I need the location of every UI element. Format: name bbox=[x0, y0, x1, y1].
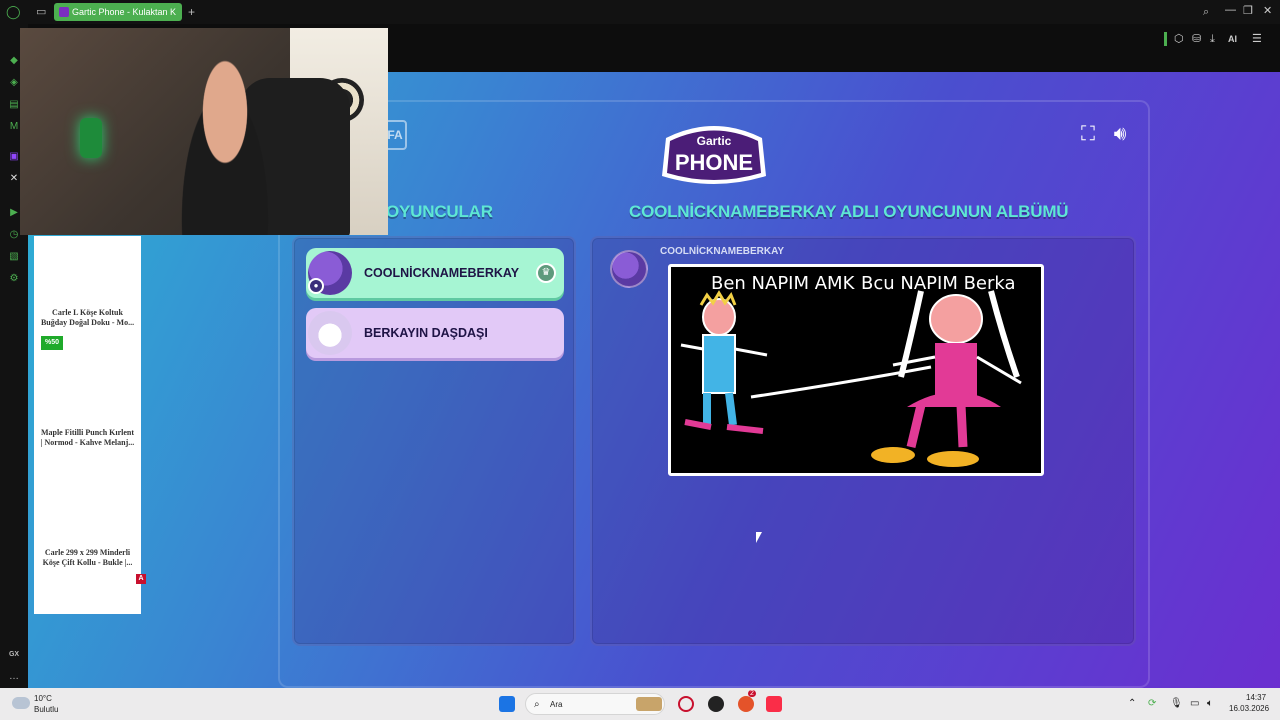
mouse-cursor-icon bbox=[756, 532, 762, 543]
more-icon[interactable]: … bbox=[7, 670, 21, 684]
menu-icon[interactable]: ☰ bbox=[1252, 32, 1262, 46]
close-button[interactable]: ✕ bbox=[1263, 4, 1272, 17]
tray-sync-icon[interactable]: ⟳ bbox=[1148, 698, 1156, 709]
weather-temperature[interactable]: 10°C bbox=[34, 694, 52, 703]
webcam-overlay bbox=[20, 28, 388, 235]
notification-count: 2 bbox=[748, 690, 756, 697]
browser-tab-bar: ◯ ▭ Gartic Phone - Kulaktan K + ⌕ — ❐ ✕ bbox=[0, 0, 1280, 24]
ad-title-2[interactable]: Maple Fitilli Punch Kırlent | Normod - K… bbox=[34, 428, 141, 448]
taskbar-search-placeholder: Ara bbox=[550, 700, 563, 709]
settings-gear-icon[interactable]: ⚙ bbox=[7, 272, 21, 286]
obs-taskbar-icon[interactable] bbox=[708, 696, 724, 712]
tab-gartic-phone[interactable]: Gartic Phone - Kulaktan K bbox=[54, 3, 182, 21]
twitch-icon[interactable]: ▣ bbox=[7, 150, 21, 164]
gartic-phone-logo: Gartic PHONE bbox=[662, 126, 766, 184]
user-icon: ● bbox=[308, 278, 324, 294]
fullscreen-icon[interactable]: ⛶ bbox=[1076, 122, 1100, 146]
ad-title-1-line1: Carle L Köşe Koltuk bbox=[52, 308, 123, 317]
player-icon[interactable]: ▶ bbox=[7, 206, 21, 220]
album-drawing[interactable]: Ben NAPIM AMK Bcu NAPIM Berka bbox=[668, 264, 1044, 476]
player-name-host: COOLNİCKNAMEBERKAY bbox=[364, 266, 520, 280]
new-tab-button[interactable]: + bbox=[188, 5, 195, 19]
tab-title: Gartic Phone - Kulaktan K bbox=[72, 7, 177, 17]
download-icon[interactable]: ⤓ bbox=[1210, 32, 1215, 46]
extensions-icon[interactable]: ▧ bbox=[7, 250, 21, 264]
app-taskbar-icon[interactable]: 2 bbox=[738, 690, 756, 712]
speed-dial-icon[interactable]: ▤ bbox=[7, 98, 21, 112]
ad-title-3[interactable]: Carle 299 x 299 Minderli Köşe Çift Kollu… bbox=[34, 548, 141, 568]
gartic-favicon-icon bbox=[59, 7, 69, 17]
tray-mic-icon[interactable]: 🎙︎ bbox=[1170, 698, 1183, 709]
accent-bar bbox=[1164, 32, 1167, 46]
ai-button[interactable]: AI bbox=[1228, 32, 1237, 46]
search-icon[interactable]: ⌕ bbox=[1203, 5, 1209, 19]
search-highlight-icon bbox=[636, 697, 662, 711]
drawing-text-left: Ben NAPIM AMK bbox=[711, 273, 856, 294]
logo-bottom-text: PHONE bbox=[675, 150, 753, 175]
windows-taskbar: 10°C Bulutlu ⌕ Ara 2 ⌃ ⟳ 🎙︎ ▭ 🔈︎ 14:37 1… bbox=[0, 688, 1280, 720]
ad-title-2-line2: | Normod - Kahve Melanj... bbox=[40, 438, 135, 447]
ad-title-1[interactable]: Carle L Köşe Koltuk Buğday Doğal Doku - … bbox=[34, 308, 141, 328]
ad-title-1-line2: Buğday Doğal Doku - Mo... bbox=[40, 318, 135, 327]
discount-badge: %50 bbox=[41, 336, 63, 350]
opera-gx-taskbar-icon[interactable] bbox=[678, 696, 694, 712]
tray-chevron-icon[interactable]: ⌃ bbox=[1128, 698, 1136, 709]
wallet-icon[interactable]: ⛁ bbox=[1192, 32, 1201, 46]
volume-icon[interactable]: 🔊︎ bbox=[1108, 122, 1132, 146]
microphone-icon bbox=[80, 118, 102, 158]
workspace-icon[interactable]: ◆ bbox=[7, 54, 21, 68]
album-author-name: COOLNİCKNAMEBERKAY bbox=[660, 246, 785, 257]
album-title: COOLNİCKNAMEBERKAY ADLI OYUNCUNUN ALBÜMÜ bbox=[629, 202, 1069, 221]
start-windows-icon[interactable] bbox=[499, 696, 515, 712]
clock-time[interactable]: 14:37 bbox=[1246, 693, 1266, 702]
messenger-icon[interactable]: M bbox=[7, 120, 21, 134]
x-twitter-icon[interactable]: ✕ bbox=[7, 172, 21, 186]
tray-volume-icon[interactable]: 🔈︎ bbox=[1207, 698, 1213, 709]
ad-column[interactable]: Carle L Köşe Koltuk Buğday Doğal Doku - … bbox=[34, 236, 146, 614]
crown-icon: ♛ bbox=[536, 263, 556, 283]
ad-title-3-line1: Carle 299 x 299 Minderli bbox=[44, 548, 131, 557]
player-name-guest: BERKAYIN DAŞDAŞI bbox=[364, 326, 488, 340]
restore-button[interactable]: ❐ bbox=[1243, 4, 1253, 17]
logo-top-text: Gartic bbox=[697, 134, 732, 148]
ad-choices-icon[interactable]: A bbox=[136, 574, 146, 584]
snapshot-icon[interactable]: ⬡ bbox=[1174, 32, 1184, 46]
streamer bbox=[170, 58, 280, 235]
tray-network-icon[interactable]: ▭ bbox=[1190, 698, 1199, 709]
taskbar-search-icon: ⌕ bbox=[534, 699, 540, 710]
apple-music-icon[interactable] bbox=[766, 696, 782, 712]
gx-label: GX bbox=[8, 651, 20, 658]
players-title: OYUNCULAR bbox=[386, 202, 493, 221]
player-card-guest[interactable]: BERKAYIN DAŞDAŞI bbox=[306, 308, 564, 358]
weather-condition[interactable]: Bulutlu bbox=[34, 705, 58, 714]
minimize-button[interactable]: — bbox=[1225, 4, 1236, 16]
aria-icon[interactable]: ◈ bbox=[7, 76, 21, 90]
unicorn-avatar-icon bbox=[308, 311, 352, 355]
opera-logo-icon[interactable]: ◯ bbox=[6, 5, 21, 19]
clock-date[interactable]: 16.03.2026 bbox=[1229, 704, 1269, 713]
album-author-avatar-icon bbox=[610, 250, 648, 288]
drawing-canvas: Ben NAPIM AMK Bcu NAPIM Berka bbox=[680, 273, 1022, 467]
ad-title-2-line1: Maple Fitilli Punch Kırlent bbox=[40, 428, 135, 437]
taskbar-search[interactable]: ⌕ Ara bbox=[525, 693, 665, 715]
ad-title-3-line2: Köşe Çift Kollu - Bukle |... bbox=[42, 558, 133, 567]
screen: { "browser": { "tab_title": "Gartic Phon… bbox=[0, 0, 1280, 720]
tab-list-icon[interactable]: ▭ bbox=[36, 5, 46, 19]
weather-cloud-icon[interactable] bbox=[12, 697, 30, 709]
history-icon[interactable]: ◷ bbox=[7, 228, 21, 242]
player-card-host[interactable]: ● COOLNİCKNAMEBERKAY ♛ bbox=[306, 248, 564, 298]
